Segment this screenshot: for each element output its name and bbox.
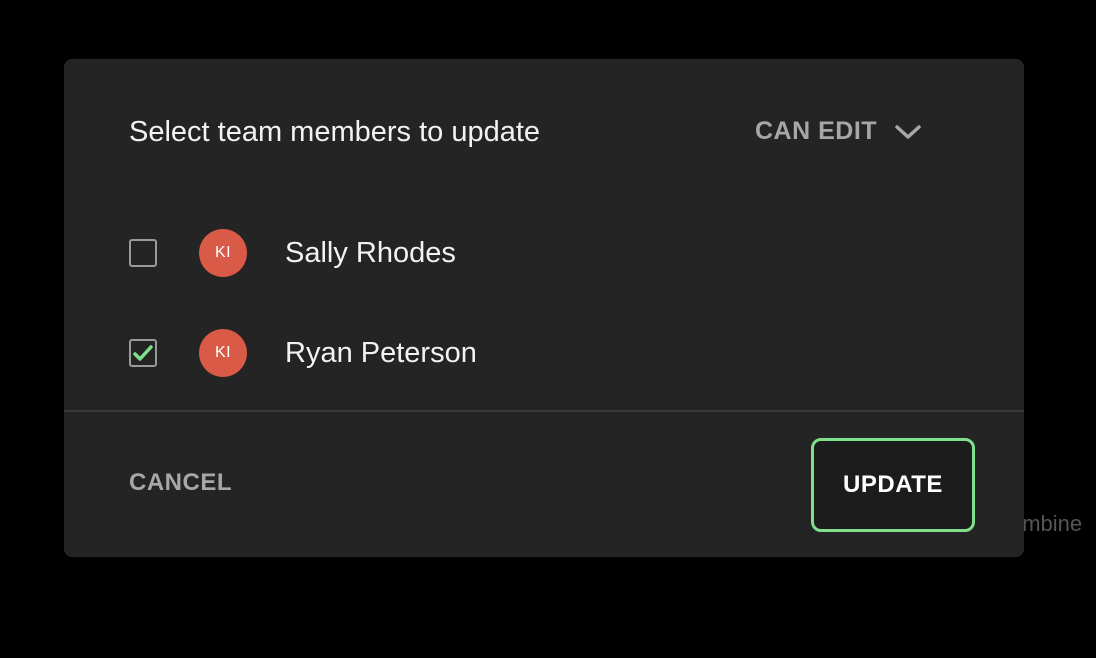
dialog-title: Select team members to update (129, 116, 541, 148)
member-checkbox[interactable] (129, 339, 157, 367)
member-checkbox[interactable] (129, 239, 157, 267)
checkmark-icon (133, 345, 153, 361)
cancel-button[interactable]: CANCEL (129, 469, 232, 497)
update-button[interactable]: UPDATE (811, 438, 975, 532)
chevron-down-icon (895, 124, 921, 140)
footer-divider (64, 410, 1024, 412)
screen: ombine Select team members to update CAN… (0, 0, 1096, 658)
permission-dropdown-label: CAN EDIT (755, 117, 878, 145)
member-name: Ryan Peterson (285, 336, 477, 369)
permission-dropdown[interactable]: CAN EDIT (755, 117, 921, 146)
update-members-dialog: Select team members to update CAN EDIT K… (64, 59, 1024, 557)
member-name: Sally Rhodes (285, 236, 456, 269)
avatar: KI (199, 329, 247, 377)
member-row: KI Sally Rhodes (129, 228, 989, 278)
avatar: KI (199, 229, 247, 277)
member-row: KI Ryan Peterson (129, 328, 989, 378)
